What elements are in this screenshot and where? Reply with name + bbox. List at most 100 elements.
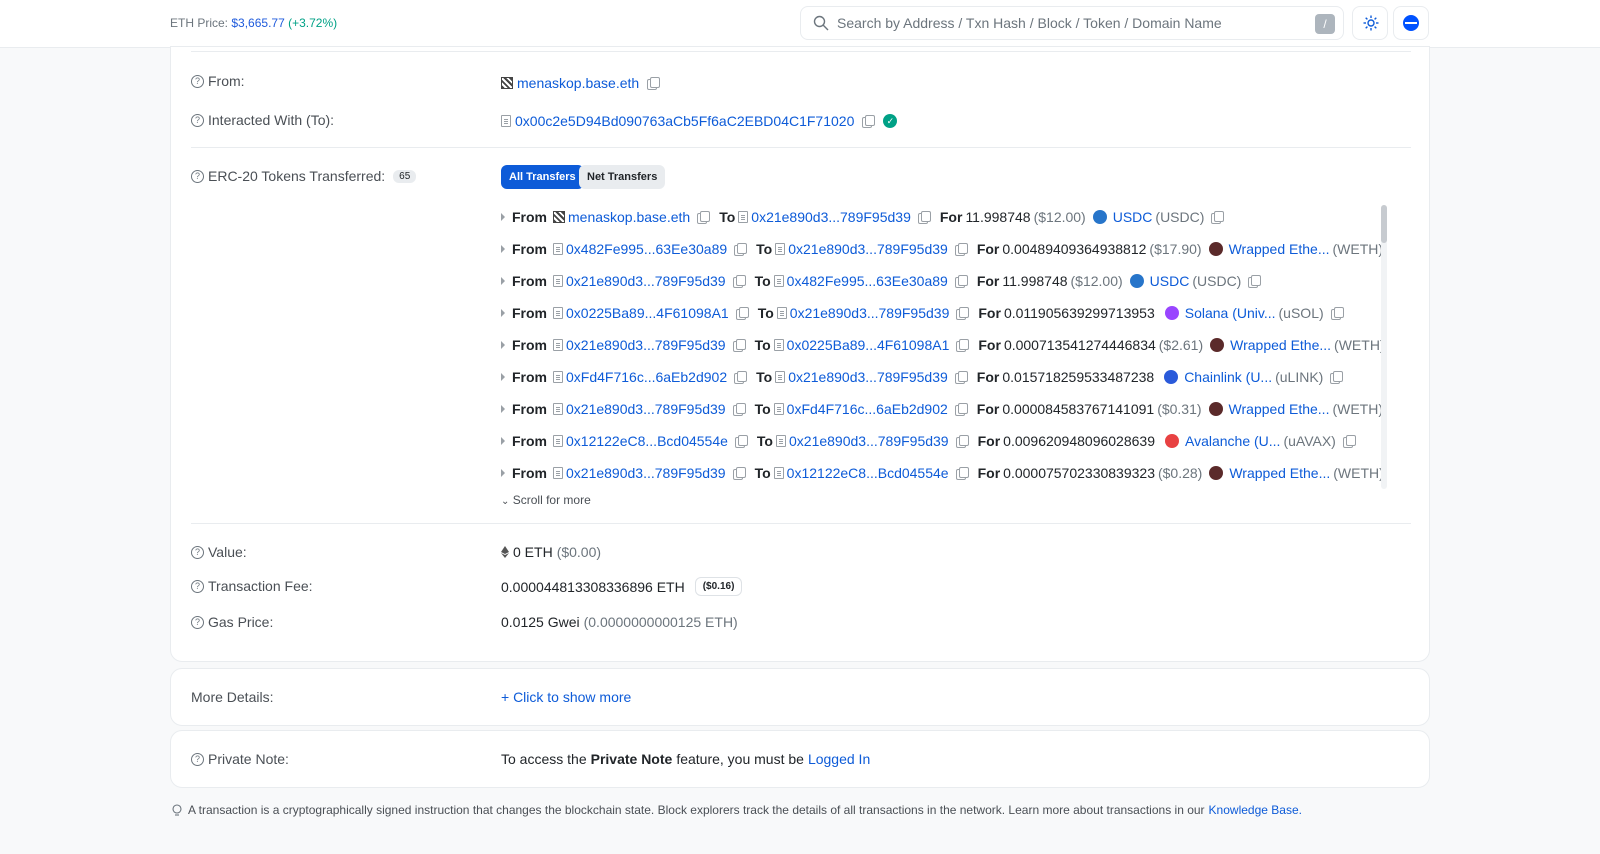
transfer-to-link[interactable]: 0x21e890d3...789F95d39 [788, 241, 948, 257]
expand-caret-icon[interactable] [501, 213, 505, 221]
token-link[interactable]: Wrapped Ethe... [1229, 401, 1330, 417]
copy-icon[interactable] [954, 403, 968, 416]
contract-icon [553, 435, 563, 447]
transfer-from-link[interactable]: 0x21e890d3...789F95d39 [566, 337, 726, 353]
transfer-to-link[interactable]: 0x0225Ba89...4F61098A1 [787, 337, 950, 353]
from-address-link[interactable]: menaskop.base.eth [517, 75, 639, 91]
copy-icon[interactable] [956, 307, 970, 320]
search-box[interactable]: / [800, 6, 1344, 40]
copy-icon[interactable] [954, 275, 968, 288]
help-icon[interactable]: ? [191, 579, 204, 593]
contract-icon [775, 243, 786, 255]
transfer-to-link[interactable]: 0xFd4F716c...6aEb2d902 [787, 401, 948, 417]
transfer-from-link[interactable]: 0x12122eC8...Bcd04554e [566, 433, 728, 449]
token-link[interactable]: Chainlink (U... [1184, 369, 1272, 385]
expand-caret-icon[interactable] [501, 309, 505, 317]
copy-icon[interactable] [732, 467, 746, 480]
help-icon[interactable]: ? [191, 74, 204, 88]
transfer-row[interactable]: From 0x0225Ba89...4F61098A1 To 0x21e890d3..… [501, 303, 1344, 323]
copy-icon[interactable] [955, 467, 969, 480]
eth-price-value[interactable]: $3,665.77 [231, 16, 284, 30]
expand-caret-icon[interactable] [501, 245, 505, 253]
transfer-row[interactable]: From 0x21e890d3...789F95d39 To 0x0225Ba89..… [501, 335, 1389, 355]
for-word: For [976, 241, 1000, 257]
knowledge-base-link[interactable]: Knowledge Base. [1209, 803, 1302, 817]
transfer-from-link[interactable]: 0x21e890d3...789F95d39 [566, 401, 726, 417]
transfer-to-link[interactable]: 0x21e890d3...789F95d39 [789, 433, 949, 449]
expand-caret-icon[interactable] [501, 277, 505, 285]
help-icon[interactable]: ? [191, 169, 204, 183]
transfer-row[interactable]: From 0x21e890d3...789F95d39 To 0x482Fe995..… [501, 271, 1262, 291]
token-logo-icon [1210, 338, 1225, 352]
note-text-a: To access the [501, 751, 587, 767]
transfer-row[interactable]: From menaskop.base.eth To 0x21e890d3...789F… [501, 207, 1225, 227]
copy-icon[interactable] [732, 339, 746, 352]
copy-icon[interactable] [1248, 275, 1262, 288]
expand-caret-icon[interactable] [501, 405, 505, 413]
gas-label: Gas Price: [208, 614, 274, 630]
transfer-to-link[interactable]: 0x21e890d3...789F95d39 [788, 369, 948, 385]
scrollbar-thumb[interactable] [1381, 205, 1387, 243]
copy-icon[interactable] [917, 211, 931, 224]
copy-icon[interactable] [735, 307, 749, 320]
copy-icon[interactable] [862, 115, 876, 128]
copy-icon[interactable] [1211, 211, 1225, 224]
transfer-from-link[interactable]: 0x21e890d3...789F95d39 [566, 465, 726, 481]
from-word: From [512, 273, 547, 289]
token-link[interactable]: Wrapped Ethe... [1230, 337, 1331, 353]
copy-icon[interactable] [734, 371, 748, 384]
copy-icon[interactable] [732, 403, 746, 416]
copy-icon[interactable] [956, 339, 970, 352]
transfer-from-link[interactable]: 0x0225Ba89...4F61098A1 [566, 305, 729, 321]
token-link[interactable]: USDC [1150, 273, 1190, 289]
transfer-from-link[interactable]: 0x482Fe995...63Ee30a89 [566, 241, 727, 257]
expand-caret-icon[interactable] [501, 437, 505, 445]
help-icon[interactable]: ? [191, 752, 204, 766]
help-icon[interactable]: ? [191, 113, 204, 127]
to-address-link[interactable]: 0x00c2e5D94Bd090763aCb5Ff6aC2EBD04C1F710… [515, 113, 854, 129]
token-link[interactable]: Solana (Univ... [1185, 305, 1276, 321]
transfer-to-link[interactable]: 0x12122eC8...Bcd04554e [787, 465, 949, 481]
help-icon[interactable]: ? [191, 615, 204, 629]
token-link[interactable]: Wrapped Ethe... [1229, 241, 1330, 257]
transfer-from-link[interactable]: menaskop.base.eth [568, 209, 690, 225]
copy-icon[interactable] [647, 77, 661, 90]
transfer-from-link[interactable]: 0xFd4F716c...6aEb2d902 [566, 369, 727, 385]
copy-icon[interactable] [954, 243, 968, 256]
network-button[interactable] [1393, 6, 1429, 40]
expand-caret-icon[interactable] [501, 341, 505, 349]
transfer-row[interactable]: From 0xFd4F716c...6aEb2d902 To 0x21e890d3..… [501, 367, 1344, 387]
copy-icon[interactable] [1330, 307, 1344, 320]
transfer-row[interactable]: From 0x21e890d3...789F95d39 To 0x12122eC8..… [501, 463, 1389, 483]
copy-icon[interactable] [697, 211, 711, 224]
transfer-to-link[interactable]: 0x482Fe995...63Ee30a89 [787, 273, 948, 289]
copy-icon[interactable] [734, 243, 748, 256]
copy-icon[interactable] [955, 435, 969, 448]
transfers-list[interactable]: From menaskop.base.eth To 0x21e890d3...789F… [501, 203, 1389, 493]
expand-caret-icon[interactable] [501, 469, 505, 477]
show-more-link[interactable]: + Click to show more [501, 689, 631, 705]
search-input[interactable] [837, 8, 1307, 38]
expand-caret-icon[interactable] [501, 373, 505, 381]
transfer-row[interactable]: From 0x12122eC8...Bcd04554e To 0x21e890d3..… [501, 431, 1356, 451]
copy-icon[interactable] [732, 275, 746, 288]
login-link[interactable]: Logged In [808, 751, 870, 767]
copy-icon[interactable] [1330, 371, 1344, 384]
token-link[interactable]: Wrapped Ethe... [1229, 465, 1330, 481]
transfer-row[interactable]: From 0x21e890d3...789F95d39 To 0xFd4F716c..… [501, 399, 1389, 419]
copy-icon[interactable] [734, 435, 748, 448]
theme-toggle-button[interactable] [1352, 6, 1388, 40]
transfer-usd: ($12.00) [1033, 209, 1086, 225]
token-link[interactable]: USDC [1113, 209, 1153, 225]
transfers-scrollbar[interactable] [1381, 205, 1387, 489]
transfer-from-link[interactable]: 0x21e890d3...789F95d39 [566, 273, 726, 289]
help-icon[interactable]: ? [191, 545, 204, 559]
tab-net-transfers[interactable]: Net Transfers [579, 165, 666, 189]
transfer-to-link[interactable]: 0x21e890d3...789F95d39 [751, 209, 911, 225]
tab-all-transfers[interactable]: All Transfers [501, 165, 584, 189]
token-link[interactable]: Avalanche (U... [1185, 433, 1280, 449]
copy-icon[interactable] [954, 371, 968, 384]
transfer-row[interactable]: From 0x482Fe995...63Ee30a89 To 0x21e890d3..… [501, 239, 1389, 259]
copy-icon[interactable] [1342, 435, 1356, 448]
transfer-to-link[interactable]: 0x21e890d3...789F95d39 [790, 305, 950, 321]
